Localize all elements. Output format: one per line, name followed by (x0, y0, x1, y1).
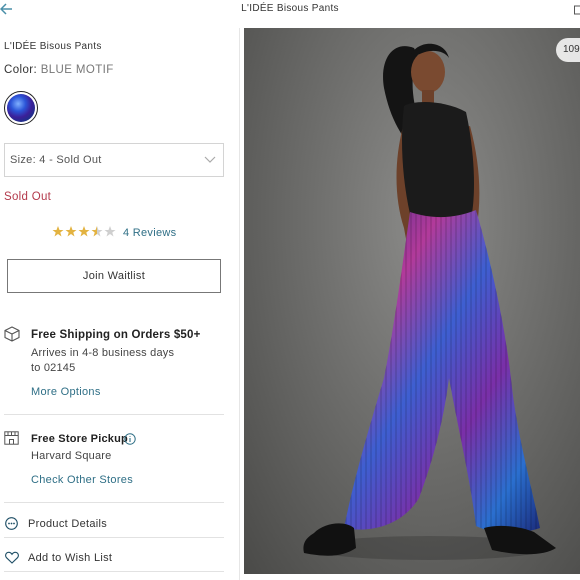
section-divider (4, 537, 224, 538)
star-icon (52, 226, 64, 237)
join-waitlist-button[interactable]: Join Waitlist (7, 259, 221, 293)
more-dots-icon (5, 517, 18, 530)
pickup-title: Free Store Pickup (31, 433, 128, 445)
check-other-stores-link[interactable]: Check Other Stores (31, 474, 133, 486)
product-photo[interactable]: 109 (244, 28, 580, 574)
size-dropdown[interactable]: Size: 4 - Sold Out (4, 143, 224, 177)
section-divider (4, 502, 224, 503)
shipping-eta: Arrives in 4-8 business days (31, 347, 175, 359)
heart-icon (5, 551, 19, 564)
sold-out-status: Sold Out (4, 191, 52, 203)
box-icon (4, 326, 20, 342)
star-empty-icon (104, 226, 116, 237)
store-icon (4, 431, 19, 445)
model-photo-illustration (303, 43, 556, 560)
chevron-down-icon (204, 156, 216, 163)
bag-icon[interactable] (574, 3, 580, 15)
section-divider (4, 571, 224, 572)
swatch-fill (7, 94, 35, 122)
product-details-toggle[interactable]: Product Details (28, 518, 107, 530)
color-swatch[interactable] (4, 91, 38, 125)
reviews-link[interactable]: 4 Reviews (123, 227, 176, 239)
shipping-zip: to 02145 (31, 362, 76, 374)
top-bar: L'IDÉE Bisous Pants (0, 0, 580, 28)
image-counter-badge: 109 (556, 38, 580, 62)
size-dropdown-label: Size: 4 - Sold Out (10, 154, 102, 166)
color-value: BLUE MOTIF (40, 64, 114, 76)
add-to-wish-list-button[interactable]: Add to Wish List (28, 552, 112, 564)
shipping-title: Free Shipping on Orders $50+ (31, 329, 201, 341)
product-name: L'IDÉE Bisous Pants (4, 41, 102, 52)
more-options-link[interactable]: More Options (31, 386, 101, 398)
star-icon (78, 226, 90, 237)
star-rating[interactable] (52, 225, 117, 239)
page-title: L'IDÉE Bisous Pants (241, 3, 339, 14)
star-half-icon (91, 226, 103, 237)
color-line: Color: BLUE MOTIF (4, 64, 114, 76)
info-icon[interactable] (124, 433, 136, 445)
product-info-panel: L'IDÉE Bisous Pants Color: BLUE MOTIF Si… (0, 28, 240, 580)
section-divider (4, 414, 224, 415)
color-label: Color: (4, 64, 38, 76)
store-name: Harvard Square (31, 450, 112, 462)
star-icon (65, 226, 77, 237)
